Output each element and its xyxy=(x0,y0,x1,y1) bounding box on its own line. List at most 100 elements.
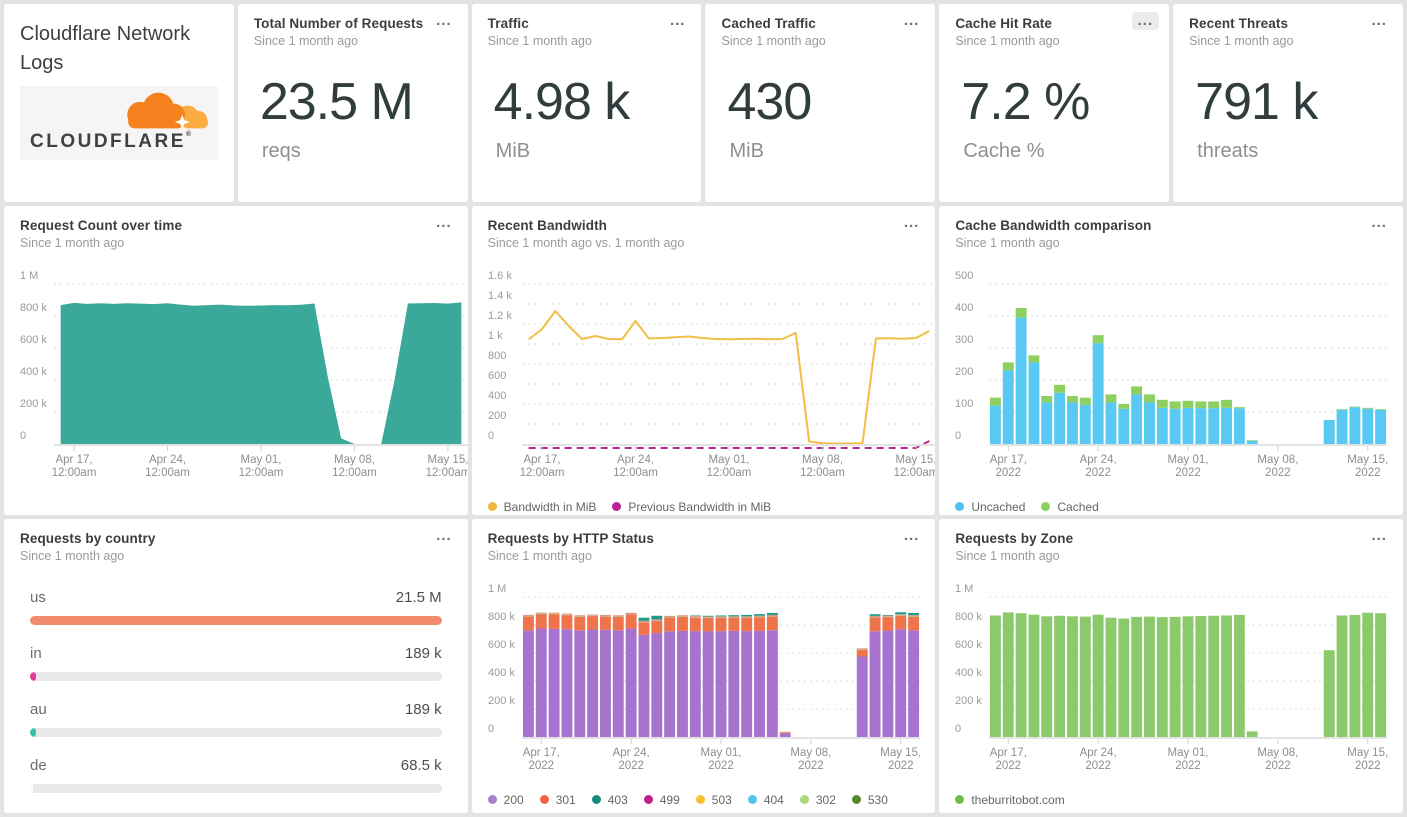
legend-dot xyxy=(1041,502,1051,511)
card-menu-button[interactable]: ... xyxy=(1131,12,1160,30)
stat-card-cache-hit-rate: Cache Hit Rate Since 1 month ago ... 7.2… xyxy=(939,4,1170,202)
legend-item[interactable]: Previous Bandwidth in MiB xyxy=(612,500,771,514)
legend-item[interactable]: 302 xyxy=(799,793,836,807)
legend-dot xyxy=(955,502,965,511)
svg-text:Apr 17,12:00am: Apr 17, 12:00am xyxy=(519,454,564,479)
card-subtitle: Since 1 month ago xyxy=(955,34,1060,48)
svg-text:200: 200 xyxy=(955,366,973,378)
card-title: Cache Hit Rate xyxy=(955,16,1053,31)
country-bar-fill xyxy=(30,616,442,625)
legend-item[interactable]: 403 xyxy=(591,793,628,807)
country-row: de 68.5 k xyxy=(30,757,442,793)
svg-text:May 15,2022: May 15, 2022 xyxy=(880,747,921,772)
svg-text:500: 500 xyxy=(955,270,973,282)
card-menu-button[interactable]: ... xyxy=(664,12,692,30)
legend-item[interactable]: 499 xyxy=(643,793,680,807)
legend-item[interactable]: Cached xyxy=(1041,500,1099,514)
svg-text:0: 0 xyxy=(488,723,494,735)
svg-text:May 15,2022: May 15, 2022 xyxy=(1348,454,1389,479)
panel-menu-button[interactable]: ... xyxy=(1365,214,1393,232)
card-menu-button[interactable]: ... xyxy=(1365,12,1393,30)
stat-value: 791 k xyxy=(1195,73,1318,131)
card-menu-button[interactable]: ... xyxy=(898,12,926,30)
panel-subtitle: Since 1 month ago xyxy=(20,236,125,250)
svg-text:400: 400 xyxy=(488,390,506,402)
stat-value: 23.5 M xyxy=(259,73,414,131)
panel-menu-button[interactable]: ... xyxy=(1365,527,1393,545)
panel-title: Requests by HTTP Status xyxy=(487,531,654,546)
panel-requests-by-http-status: Requests by HTTP Status Since 1 month ag… xyxy=(471,519,936,813)
svg-text:May 01,12:00am: May 01, 12:00am xyxy=(706,454,751,479)
card-subtitle: Since 1 month ago xyxy=(487,34,592,48)
stat-unit: reqs xyxy=(261,140,301,162)
panel-title: Requests by Zone xyxy=(955,531,1074,546)
request-count-area-chart: 1 M 800 k 600 k 400 k 200 k 0 Apr 17, 12:00am Ap… xyxy=(4,262,468,488)
legend-dot xyxy=(747,795,757,804)
svg-text:Apr 24,2022: Apr 24, 2022 xyxy=(612,747,649,772)
legend-item[interactable]: Uncached xyxy=(955,500,1025,514)
legend-dot xyxy=(487,795,497,804)
legend-item[interactable]: 200 xyxy=(487,793,524,807)
svg-text:Apr 17,2022: Apr 17, 2022 xyxy=(990,747,1027,772)
svg-text:200 k: 200 k xyxy=(955,695,982,707)
legend-dot xyxy=(643,795,653,804)
panel-subtitle: Since 1 month ago xyxy=(487,549,592,563)
country-label: au xyxy=(30,701,47,718)
legend-item[interactable]: theburritobot.com xyxy=(955,793,1065,807)
stat-unit: MiB xyxy=(729,140,764,162)
legend-item[interactable]: 404 xyxy=(747,793,784,807)
legend-item[interactable]: 530 xyxy=(851,793,888,807)
svg-text:May 01,2022: May 01, 2022 xyxy=(1168,454,1209,479)
svg-text:Apr 24,12:00am: Apr 24, 12:00am xyxy=(145,454,190,479)
svg-text:300: 300 xyxy=(955,334,973,346)
legend-item[interactable]: Bandwidth in MiB xyxy=(487,500,596,514)
card-title: Traffic xyxy=(487,16,529,31)
card-subtitle: Since 1 month ago xyxy=(721,34,826,48)
svg-text:200 k: 200 k xyxy=(20,398,47,410)
panel-title: Recent Bandwidth xyxy=(487,218,608,233)
svg-text:600: 600 xyxy=(488,370,506,382)
cloudflare-logo: CLOUDFLARE® xyxy=(20,86,218,160)
svg-text:May 15,12:00am: May 15, 12:00am xyxy=(426,454,468,479)
card-title: Recent Threats xyxy=(1189,16,1289,31)
registered-mark: ® xyxy=(185,131,192,138)
svg-text:1.4 k: 1.4 k xyxy=(488,290,512,302)
logo-card: Cloudflare Network Logs CLOUDFLARE® xyxy=(4,4,234,202)
legend-item[interactable]: 301 xyxy=(539,793,576,807)
http-status-bar-chart: 1 M 800 k 600 k 400 k 200 k 0 Apr 17, 2022 Apr 2… xyxy=(472,575,936,781)
country-label: in xyxy=(30,645,42,662)
stat-unit: MiB xyxy=(495,140,531,162)
svg-text:400 k: 400 k xyxy=(955,667,982,679)
stat-value: 430 xyxy=(727,73,812,131)
country-bar-list: us 21.5 M in 189 k au 189 k de 68.5 k xyxy=(4,563,468,793)
svg-text:1.6 k: 1.6 k xyxy=(488,270,512,282)
legend-item[interactable]: 503 xyxy=(695,793,732,807)
bandwidth-line-chart: 1.6 k 1.4 k 1.2 k 1 k 800 600 400 200 0 Apr 17, 12… xyxy=(472,262,936,488)
legend-dot xyxy=(487,502,497,511)
svg-text:Apr 24,2022: Apr 24, 2022 xyxy=(1080,454,1117,479)
legend-dot xyxy=(955,795,965,804)
panel-requests-by-zone: Requests by Zone Since 1 month ago ... 1… xyxy=(939,519,1403,813)
panel-title: Cache Bandwidth comparison xyxy=(955,218,1152,233)
svg-text:1 M: 1 M xyxy=(488,583,506,595)
stat-value: 7.2 % xyxy=(961,73,1090,131)
panel-menu-button[interactable]: ... xyxy=(898,527,926,545)
panel-menu-button[interactable]: ... xyxy=(430,527,458,545)
panel-cache-bandwidth-comparison: Cache Bandwidth comparison Since 1 month… xyxy=(939,206,1403,515)
svg-text:May 15,2022: May 15, 2022 xyxy=(1348,747,1389,772)
cloudflare-cloud-icon xyxy=(127,92,208,130)
card-menu-button[interactable]: ... xyxy=(430,12,458,30)
svg-text:May 01,12:00am: May 01, 12:00am xyxy=(239,454,284,479)
svg-text:1 k: 1 k xyxy=(488,330,503,342)
panel-menu-button[interactable]: ... xyxy=(430,214,458,232)
dashboard: Cloudflare Network Logs CLOUDFLARE® Tota… xyxy=(0,0,1407,817)
svg-text:200: 200 xyxy=(488,410,506,422)
country-label: de xyxy=(30,757,47,774)
cloudflare-wordmark: CLOUDFLARE® xyxy=(30,131,192,152)
country-bar-fill xyxy=(30,728,36,737)
svg-text:1 M: 1 M xyxy=(20,270,38,282)
svg-text:600 k: 600 k xyxy=(20,334,47,346)
svg-text:0: 0 xyxy=(488,430,494,442)
panel-menu-button[interactable]: ... xyxy=(898,214,926,232)
svg-text:May 08,2022: May 08, 2022 xyxy=(1258,454,1299,479)
